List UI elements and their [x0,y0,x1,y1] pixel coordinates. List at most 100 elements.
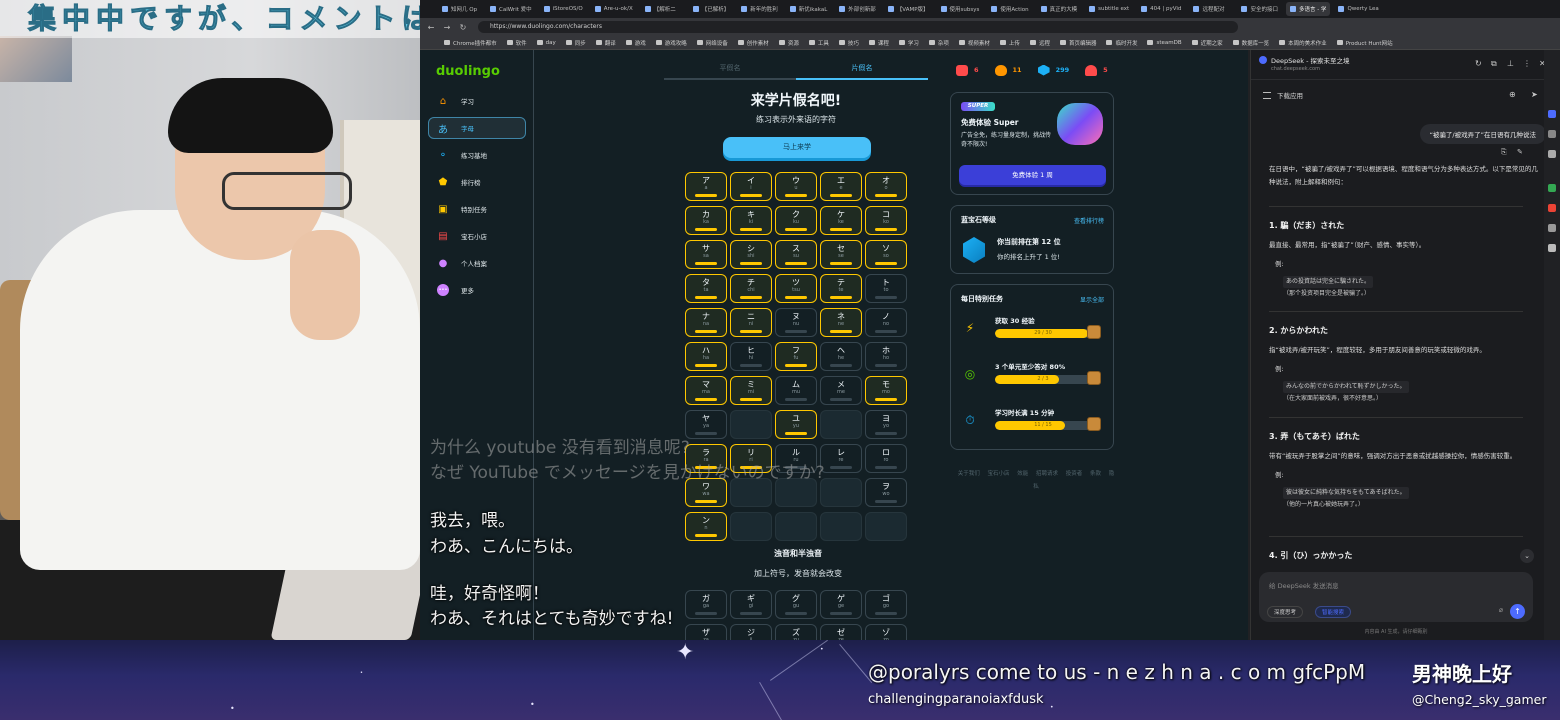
scroll-down-icon[interactable]: ⌄ [1520,549,1534,563]
kana-tile[interactable]: ケ ke [820,206,862,235]
copy-icon[interactable]: ⎘ [1501,148,1507,157]
bookmark-item[interactable]: 软件 [506,39,527,47]
sidebar-item[interactable]: ⬟ 排行榜 [428,171,526,193]
sidebar-item[interactable]: ▤ 宝石小店 [428,225,526,247]
kana-tile[interactable]: ゲ ge [820,590,862,619]
duolingo-logo[interactable]: duolingo [436,64,500,79]
sidebar-item[interactable]: ••• 更多 [428,279,526,301]
kana-tile[interactable]: メ me [820,376,862,405]
kana-tile[interactable]: ウu [775,172,817,201]
bookmark-item[interactable]: 游戏攻略 [655,39,687,47]
view-leaderboard-link[interactable]: 查看排行榜 [1074,216,1104,225]
message-placeholder[interactable]: 给 DeepSeek 发送消息 [1269,580,1339,590]
browser-tab[interactable]: 远程配对 [1189,2,1233,16]
sidebar-item[interactable]: ⚬ 练习基地 [428,144,526,166]
browser-tab[interactable]: 新年的胜利 [737,2,782,16]
kana-tile[interactable]: ハ ha [685,342,727,371]
kana-tile[interactable]: ヨ yo [865,410,907,439]
send-button[interactable]: ↑ [1510,604,1525,619]
kana-tile[interactable]: ヌ nu [775,308,817,337]
bookmark-item[interactable]: 翻译 [595,39,616,47]
reload-icon[interactable]: ↻ [1475,59,1482,68]
bookmark-item[interactable]: 本周的美术作业 [1279,39,1327,47]
browser-tab[interactable]: Qwerty Lea [1334,2,1382,16]
web-search-toggle[interactable]: 智能搜索 [1315,606,1352,618]
browser-tab[interactable]: 使用Action [987,2,1032,16]
kana-tile[interactable]: サ sa [685,240,727,269]
extension-icon[interactable] [1548,150,1556,158]
bookmark-item[interactable]: 临时开发 [1106,39,1137,47]
browser-tab[interactable]: iStoreOS/O [540,2,587,16]
extension-icon[interactable] [1548,184,1556,192]
bookmark-item[interactable]: 同步 [565,39,586,47]
kana-tile[interactable]: ヘ he [820,342,862,371]
kana-tile[interactable]: ゼ ze [820,624,862,640]
script-tab[interactable]: 平假名 [664,58,796,78]
kana-tile[interactable]: キ ki [730,206,772,235]
kana-tile[interactable]: イi [730,172,772,201]
kana-tile[interactable]: ニ ni [730,308,772,337]
sidebar-item[interactable]: ● 个人档案 [428,252,526,274]
share-icon[interactable]: ➤ [1531,90,1538,99]
attach-icon[interactable]: ⌀ [1499,606,1503,614]
browser-tab[interactable]: 【已解析】 [689,2,734,16]
open-external-icon[interactable]: ⧉ [1491,59,1497,69]
bookmark-item[interactable]: 数据库一览 [1232,39,1269,47]
kana-tile[interactable]: ユ yu [775,410,817,439]
bookmark-item[interactable]: 技巧 [838,39,859,47]
bookmark-item[interactable]: 游戏 [625,39,646,47]
stat-item[interactable]: 11 [994,64,1022,76]
bookmark-item[interactable]: 近期之家 [1191,39,1223,47]
kana-tile[interactable]: ホ ho [865,342,907,371]
reload-icon[interactable]: ↻ [458,23,468,32]
stat-item[interactable]: 299 [1037,64,1069,76]
edit-icon[interactable]: ✎ [1517,148,1523,156]
browser-tab[interactable]: 外部创新部 [835,2,880,16]
kana-tile[interactable]: レ re [820,444,862,473]
browser-tab[interactable]: subtitle ext [1085,2,1133,16]
footer-links[interactable]: 关于我们 宝石小店 效能 招聘请求 投资者 条款 隐私 [956,468,1116,494]
bookmark-item[interactable]: 视频素材 [958,39,990,47]
browser-tab[interactable]: 404 | pyVid [1137,2,1185,16]
start-learning-button[interactable]: 马上来学 [723,137,871,158]
url-input[interactable]: https://www.duolingo.com/characters [478,21,1238,33]
sidebar-item[interactable]: あ 字母 [428,117,526,139]
kana-tile[interactable]: エe [820,172,862,201]
bookmark-item[interactable]: 首页编辑器 [1059,39,1096,47]
kana-tile[interactable]: モ mo [865,376,907,405]
browser-tab[interactable]: 知网几 Op [438,2,482,16]
kana-tile[interactable]: ス su [775,240,817,269]
kana-tile[interactable]: セ se [820,240,862,269]
browser-tab[interactable]: 真正的大模 [1037,2,1082,16]
free-trial-button[interactable]: 免费体验 1 周 [959,165,1106,185]
kana-tile[interactable]: カ ka [685,206,727,235]
deep-think-toggle[interactable]: 深度思考 [1267,606,1304,618]
kana-tile[interactable]: ノ no [865,308,907,337]
pin-icon[interactable]: ⊥ [1507,59,1514,68]
bookmark-item[interactable]: 课程 [868,39,889,47]
kana-tile[interactable]: ネ ne [820,308,862,337]
extension-icon[interactable] [1548,130,1556,138]
extension-icon[interactable] [1548,110,1556,118]
extension-icon[interactable] [1548,204,1556,212]
forward-icon[interactable]: → [442,23,452,32]
kana-tile[interactable]: コ ko [865,206,907,235]
kana-tile[interactable]: チ chi [730,274,772,303]
sidebar-item[interactable]: ▣ 特别任务 [428,198,526,220]
kana-tile[interactable]: テ te [820,274,862,303]
kana-tile[interactable]: ゾ zo [865,624,907,640]
kana-tile[interactable]: ツ tsu [775,274,817,303]
kana-tile[interactable]: フ fu [775,342,817,371]
kana-tile[interactable]: ナ na [685,308,727,337]
bookmark-item[interactable]: 创作素材 [737,39,769,47]
kana-tile[interactable]: ヒ hi [730,342,772,371]
script-tab[interactable]: 片假名 [796,58,928,80]
kana-tile[interactable]: ズ zu [775,624,817,640]
kana-tile[interactable]: オo [865,172,907,201]
new-chat-icon[interactable]: ⊕ [1509,90,1516,99]
kana-tile[interactable]: ンn [685,512,727,541]
extension-icon[interactable] [1548,244,1556,252]
sidebar-item[interactable]: ⌂ 学习 [428,90,526,112]
bookmark-item[interactable]: 上传 [999,39,1020,47]
download-app-link[interactable]: 下载应用 [1277,90,1303,100]
